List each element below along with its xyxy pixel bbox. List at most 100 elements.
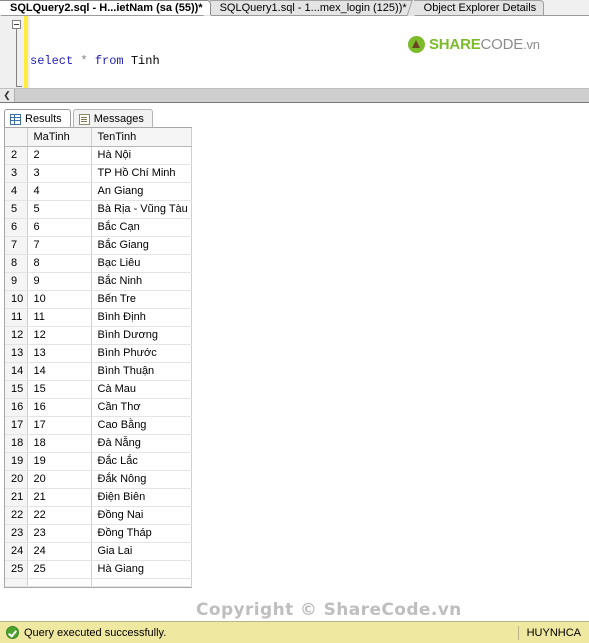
cell-tentinh[interactable] <box>91 578 192 587</box>
table-row[interactable]: 7 7 Bắc Giang <box>5 236 192 255</box>
tab-results[interactable]: Results <box>4 109 71 128</box>
table-row[interactable]: 4 4 An Giang <box>5 182 192 201</box>
sql-code-text[interactable]: select * from Tinh select * from Xa sele… <box>30 16 167 88</box>
cell-matinh[interactable]: 2 <box>27 146 92 165</box>
row-number[interactable]: 9 <box>5 272 28 291</box>
column-header-tentinh[interactable]: TenTinh <box>91 128 192 147</box>
cell-tentinh[interactable]: Bến Tre <box>91 290 192 309</box>
table-row[interactable]: 3 3 TP Hồ Chí Minh <box>5 164 192 183</box>
cell-tentinh[interactable]: Gia Lai <box>91 542 192 561</box>
row-number[interactable]: 8 <box>5 254 28 273</box>
row-number[interactable]: 16 <box>5 398 28 417</box>
row-number[interactable]: 17 <box>5 416 28 435</box>
cell-matinh[interactable] <box>27 578 92 587</box>
table-row[interactable]: 8 8 Bạc Liêu <box>5 254 192 273</box>
cell-tentinh[interactable]: Bà Rịa - Vũng Tàu <box>91 200 192 219</box>
cell-tentinh[interactable]: TP Hồ Chí Minh <box>91 164 192 183</box>
table-row[interactable]: 23 23 Đồng Tháp <box>5 524 192 543</box>
cell-tentinh[interactable]: Bình Dương <box>91 326 192 345</box>
row-number[interactable]: 10 <box>5 290 28 309</box>
cell-matinh[interactable]: 22 <box>27 506 92 525</box>
row-number[interactable]: 20 <box>5 470 28 489</box>
row-number[interactable]: 11 <box>5 308 28 327</box>
cell-tentinh[interactable]: Bình Phước <box>91 344 192 363</box>
row-number[interactable] <box>5 578 28 587</box>
cell-matinh[interactable]: 23 <box>27 524 92 543</box>
row-number[interactable]: 4 <box>5 182 28 201</box>
table-row[interactable]: 18 18 Đà Nẵng <box>5 434 192 453</box>
row-number[interactable]: 7 <box>5 236 28 255</box>
tab-sqlquery2[interactable]: SQLQuery2.sql - H...ietNam (sa (55))* <box>0 0 211 16</box>
column-header-matinh[interactable]: MaTinh <box>27 128 92 147</box>
cell-matinh[interactable]: 24 <box>27 542 92 561</box>
table-row[interactable]: 2 2 Hà Nội <box>5 146 192 165</box>
sql-editor[interactable]: select * from Tinh select * from Xa sele… <box>0 16 589 88</box>
table-row[interactable]: 14 14 Bình Thuận <box>5 362 192 381</box>
cell-tentinh[interactable]: Điện Biên <box>91 488 192 507</box>
editor-horizontal-scrollbar[interactable]: ❮ <box>0 88 589 103</box>
row-number[interactable]: 21 <box>5 488 28 507</box>
cell-tentinh[interactable]: An Giang <box>91 182 192 201</box>
cell-matinh[interactable]: 17 <box>27 416 92 435</box>
row-number[interactable]: 5 <box>5 200 28 219</box>
cell-tentinh[interactable]: Đắc Lắc <box>91 452 192 471</box>
tab-object-explorer-details[interactable]: Object Explorer Details <box>406 0 545 16</box>
table-row-partial[interactable] <box>5 578 192 587</box>
cell-tentinh[interactable]: Bắc Giang <box>91 236 192 255</box>
cell-matinh[interactable]: 5 <box>27 200 92 219</box>
cell-tentinh[interactable]: Hà Giang <box>91 560 192 579</box>
cell-matinh[interactable]: 14 <box>27 362 92 381</box>
cell-tentinh[interactable]: Đà Nẵng <box>91 434 192 453</box>
table-row[interactable]: 25 25 Hà Giang <box>5 560 192 579</box>
row-number[interactable]: 23 <box>5 524 28 543</box>
table-row[interactable]: 16 16 Cần Thơ <box>5 398 192 417</box>
cell-matinh[interactable]: 20 <box>27 470 92 489</box>
row-number[interactable]: 15 <box>5 380 28 399</box>
tab-messages[interactable]: Messages <box>72 109 153 128</box>
table-row[interactable]: 21 21 Điện Biên <box>5 488 192 507</box>
column-header-gutter[interactable] <box>5 128 28 147</box>
scroll-left-arrow-icon[interactable]: ❮ <box>0 89 15 102</box>
cell-matinh[interactable]: 3 <box>27 164 92 183</box>
cell-tentinh[interactable]: Bắc Cạn <box>91 218 192 237</box>
row-number[interactable]: 3 <box>5 164 28 183</box>
table-row[interactable]: 20 20 Đắk Nông <box>5 470 192 489</box>
row-number[interactable]: 13 <box>5 344 28 363</box>
cell-tentinh[interactable]: Đắk Nông <box>91 470 192 489</box>
cell-matinh[interactable]: 16 <box>27 398 92 417</box>
cell-matinh[interactable]: 9 <box>27 272 92 291</box>
code-line-1[interactable]: select * from Tinh <box>30 52 167 70</box>
row-number[interactable]: 22 <box>5 506 28 525</box>
collapse-region-icon[interactable] <box>12 20 21 29</box>
cell-matinh[interactable]: 6 <box>27 218 92 237</box>
cell-tentinh[interactable]: Đồng Tháp <box>91 524 192 543</box>
cell-matinh[interactable]: 19 <box>27 452 92 471</box>
row-number[interactable]: 2 <box>5 146 28 165</box>
table-row[interactable]: 5 5 Bà Rịa - Vũng Tàu <box>5 200 192 219</box>
row-number[interactable]: 18 <box>5 434 28 453</box>
row-number[interactable]: 25 <box>5 560 28 579</box>
cell-tentinh[interactable]: Bạc Liêu <box>91 254 192 273</box>
cell-matinh[interactable]: 21 <box>27 488 92 507</box>
cell-tentinh[interactable]: Hà Nội <box>91 146 192 165</box>
table-row[interactable]: 6 6 Bắc Cạn <box>5 218 192 237</box>
table-row[interactable]: 24 24 Gia Lai <box>5 542 192 561</box>
cell-matinh[interactable]: 25 <box>27 560 92 579</box>
cell-matinh[interactable]: 13 <box>27 344 92 363</box>
cell-matinh[interactable]: 10 <box>27 290 92 309</box>
table-row[interactable]: 15 15 Cà Mau <box>5 380 192 399</box>
results-grid[interactable]: MaTinh TenTinh 2 2 Hà Nội 3 3 TP Hồ Chí Minh… <box>4 127 192 588</box>
table-row[interactable]: 11 11 Bình Định <box>5 308 192 327</box>
cell-matinh[interactable]: 11 <box>27 308 92 327</box>
row-number[interactable]: 14 <box>5 362 28 381</box>
cell-tentinh[interactable]: Đồng Nai <box>91 506 192 525</box>
row-number[interactable]: 24 <box>5 542 28 561</box>
cell-matinh[interactable]: 15 <box>27 380 92 399</box>
cell-matinh[interactable]: 12 <box>27 326 92 345</box>
cell-matinh[interactable]: 4 <box>27 182 92 201</box>
table-row[interactable]: 13 13 Bình Phước <box>5 344 192 363</box>
table-row[interactable]: 9 9 Bắc Ninh <box>5 272 192 291</box>
cell-tentinh[interactable]: Bắc Ninh <box>91 272 192 291</box>
row-number[interactable]: 6 <box>5 218 28 237</box>
table-row[interactable]: 12 12 Bình Dương <box>5 326 192 345</box>
